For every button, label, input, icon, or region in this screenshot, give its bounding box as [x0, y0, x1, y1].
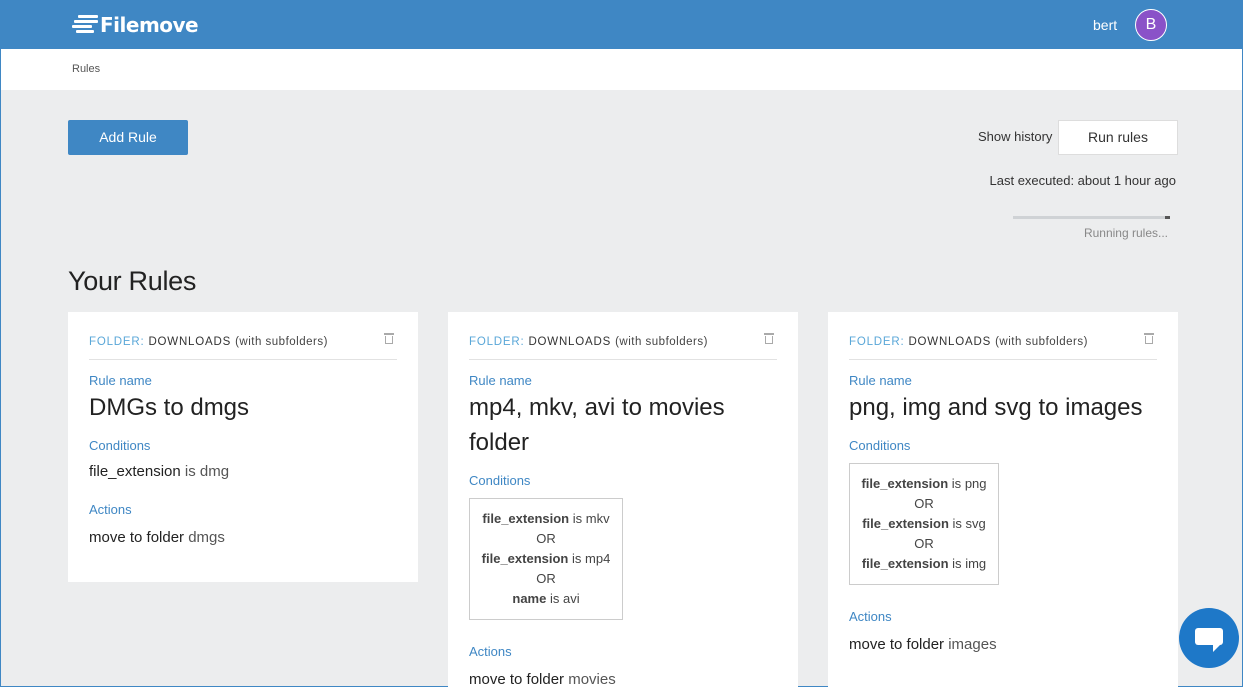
trash-icon[interactable] [764, 332, 774, 344]
condition-operator: is [184, 463, 196, 480]
condition-field: file_extension [861, 556, 949, 571]
condition-field: file_extension [482, 511, 570, 526]
running-status: Running rules... [1083, 226, 1168, 240]
rule-card: FOLDER: DOWNLOADS (with subfolders) Rule… [448, 312, 798, 687]
page-title: Your Rules [68, 266, 197, 296]
subfolders-note: (with subfolders) [995, 336, 1088, 348]
condition-value: mkv [585, 511, 610, 526]
rule-name: DMGs to dmgs [89, 394, 250, 421]
action-verb: move to folder [469, 671, 565, 687]
breadcrumb[interactable]: Rules [72, 63, 100, 75]
condition-field: file_extension [89, 463, 181, 480]
action-target: images [948, 636, 997, 653]
condition-value: img [965, 556, 987, 571]
rule-name-label: Rule name [849, 373, 912, 388]
condition-operator: is [951, 476, 962, 491]
subfolders-note: (with subfolders) [235, 336, 328, 348]
condition-field: file_extension [861, 476, 949, 491]
rule-name: png, img and svg to images [849, 394, 1143, 421]
actions-label: Actions [849, 609, 892, 624]
condition-field: file_extension [862, 516, 949, 531]
condition: file_extension is mkv [480, 509, 612, 529]
show-history-link[interactable]: Show history [978, 129, 1052, 144]
condition: file_extension is png [860, 474, 988, 494]
card-header: FOLDER: DOWNLOADS (with subfolders) [849, 312, 1157, 360]
action: move to folder dmgs [89, 529, 397, 546]
condition-value: avi [562, 591, 580, 606]
actions-label: Actions [89, 502, 132, 517]
condition: file_extension is svg [860, 514, 988, 534]
action-verb: move to folder [89, 529, 185, 546]
folder-label: FOLDER: [89, 336, 145, 348]
action-verb: move to folder [849, 636, 945, 653]
trash-icon[interactable] [1144, 332, 1154, 344]
card-header: FOLDER: DOWNLOADS (with subfolders) [89, 312, 397, 360]
conditions-label: Conditions [849, 438, 911, 453]
conditions-label: Conditions [89, 438, 151, 453]
add-rule-button[interactable]: Add Rule [68, 120, 188, 155]
condition-operator: is [952, 556, 962, 571]
condition-field: file_extension [481, 551, 569, 566]
condition: name is avi [480, 589, 612, 609]
logo-lines-icon [72, 14, 98, 36]
breadcrumb-bar: Rules [1, 49, 1242, 90]
action: move to folder movies [469, 671, 777, 687]
condition-value: mp4 [585, 551, 611, 566]
conditions-box: file_extension is png OR file_extension … [849, 463, 999, 585]
progress-bar [1013, 216, 1170, 219]
avatar[interactable]: B [1135, 9, 1167, 41]
conditions-label: Conditions [469, 473, 531, 488]
condition-value: svg [965, 516, 986, 531]
or-separator: OR [914, 536, 934, 551]
actions-label: Actions [469, 644, 512, 659]
rule-card: FOLDER: DOWNLOADS (with subfolders) Rule… [828, 312, 1178, 687]
trash-icon[interactable] [384, 332, 394, 344]
rule-name-label: Rule name [469, 373, 532, 388]
chat-bubble-icon [1195, 628, 1223, 645]
condition-operator: is [549, 591, 560, 606]
logo-text: Filemove [100, 13, 199, 37]
action: move to folder images [849, 636, 1157, 653]
rule-card: FOLDER: DOWNLOADS (with subfolders) Rule… [68, 312, 418, 582]
progress-fill [1165, 216, 1170, 219]
or-separator: OR [536, 531, 556, 546]
chat-button[interactable] [1179, 608, 1239, 668]
condition-value: png [964, 476, 987, 491]
conditions-box: file_extension is mkv OR file_extension … [469, 498, 623, 620]
top-bar: Filemove bert B [1, 1, 1242, 49]
action-target: dmgs [188, 529, 225, 546]
condition-value: dmg [199, 463, 230, 480]
condition: file_extension is mp4 [480, 549, 612, 569]
subfolders-note: (with subfolders) [615, 336, 708, 348]
card-header: FOLDER: DOWNLOADS (with subfolders) [469, 312, 777, 360]
app-logo[interactable]: Filemove [72, 13, 199, 37]
or-separator: OR [536, 571, 556, 586]
condition: file_extension is dmg [89, 463, 397, 480]
rule-name-label: Rule name [89, 373, 152, 388]
condition-operator: is [572, 511, 583, 526]
condition: file_extension is img [860, 554, 988, 574]
folder-name: DOWNLOADS [528, 336, 612, 348]
or-separator: OR [914, 496, 934, 511]
folder-name: DOWNLOADS [908, 336, 992, 348]
last-executed-text: Last executed: about 1 hour ago [989, 173, 1176, 188]
run-rules-button[interactable]: Run rules [1058, 120, 1178, 155]
folder-label: FOLDER: [849, 336, 905, 348]
user-name[interactable]: bert [1093, 17, 1117, 33]
folder-name: DOWNLOADS [148, 336, 232, 348]
condition-operator: is [952, 516, 962, 531]
folder-label: FOLDER: [469, 336, 525, 348]
rule-name: mp4, mkv, avi to movies folder [469, 394, 725, 456]
action-target: movies [568, 671, 616, 687]
condition-operator: is [572, 551, 582, 566]
condition-field: name [512, 591, 547, 606]
